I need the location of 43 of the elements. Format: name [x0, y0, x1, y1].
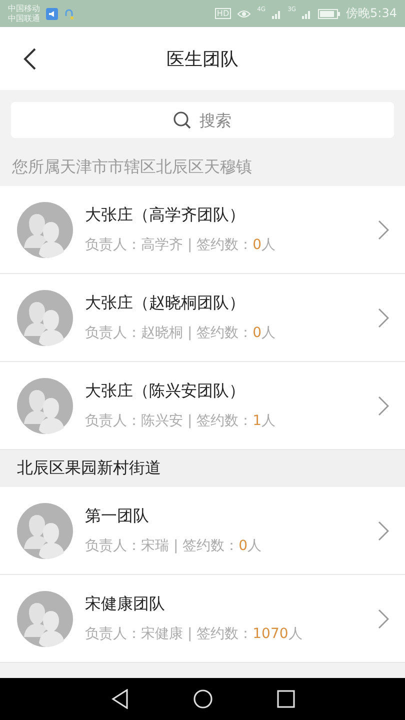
team-name: 大张庄（高学齐团队） [85, 205, 246, 226]
page-title: 医生团队 [166, 48, 238, 70]
battery-icon [318, 8, 340, 18]
team-name: 第一团队 [85, 506, 150, 527]
avatar-icon [17, 290, 73, 346]
recents-button[interactable] [276, 690, 294, 708]
location-label: 您所属天津市市辖区北辰区天穆镇 [12, 157, 252, 178]
hd-label: HD [214, 8, 232, 19]
carrier-name: 中国移动 [8, 4, 40, 14]
team-row[interactable]: 第一团队 负责人：宋瑞 | 签约数：0人 [0, 487, 405, 575]
team-row[interactable]: 宋健康团队 负责人：宋健康 | 签约数：1070人 [0, 575, 405, 663]
team-row[interactable]: 大张庄（陈兴安团队） 负责人：陈兴安 | 签约数：1人 [0, 362, 405, 450]
team-info: 负责人：宋健康 | 签约数：1070人 [85, 625, 304, 643]
back-icon [23, 46, 37, 70]
chevron-right-icon [378, 308, 389, 328]
signal-icon [272, 8, 282, 18]
avatar-icon [17, 502, 73, 558]
team-info: 负责人：陈兴安 | 签约数：1人 [85, 412, 277, 430]
carrier-name: 中国联通 [8, 14, 40, 24]
team-row[interactable]: 大张庄（高学齐团队） 负责人：高学齐 | 签约数：0人 [0, 186, 405, 274]
avatar-icon [17, 590, 73, 646]
team-info: 负责人：宋瑞 | 签约数：0人 [85, 537, 263, 555]
search-field[interactable]: 搜索 [11, 102, 394, 138]
team-info: 负责人：高学齐 | 签约数：0人 [85, 236, 277, 254]
team-name: 大张庄（赵晓桐团队） [85, 293, 246, 314]
home-button[interactable] [192, 689, 212, 709]
chevron-right-icon [378, 608, 389, 628]
search-icon [172, 111, 190, 129]
team-name: 大张庄（陈兴安团队） [85, 381, 246, 402]
avatar-icon [17, 202, 73, 258]
headset-icon [64, 7, 74, 20]
team-name: 宋健康团队 [85, 594, 166, 615]
clock-time: 傍晚5:34 [346, 5, 397, 22]
eye-icon [237, 8, 252, 18]
signal-icon [302, 8, 312, 18]
chevron-right-icon [378, 220, 389, 240]
team-info: 负责人：赵晓桐 | 签约数：0人 [85, 324, 277, 342]
back-nav-button[interactable] [110, 689, 128, 709]
chevron-right-icon [378, 396, 389, 416]
avatar-icon [17, 378, 73, 434]
chevron-right-icon [378, 520, 389, 540]
team-row[interactable]: 大张庄（赵晓桐团队） 负责人：赵晓桐 | 签约数：0人 [0, 274, 405, 362]
notification-icon [46, 8, 58, 20]
